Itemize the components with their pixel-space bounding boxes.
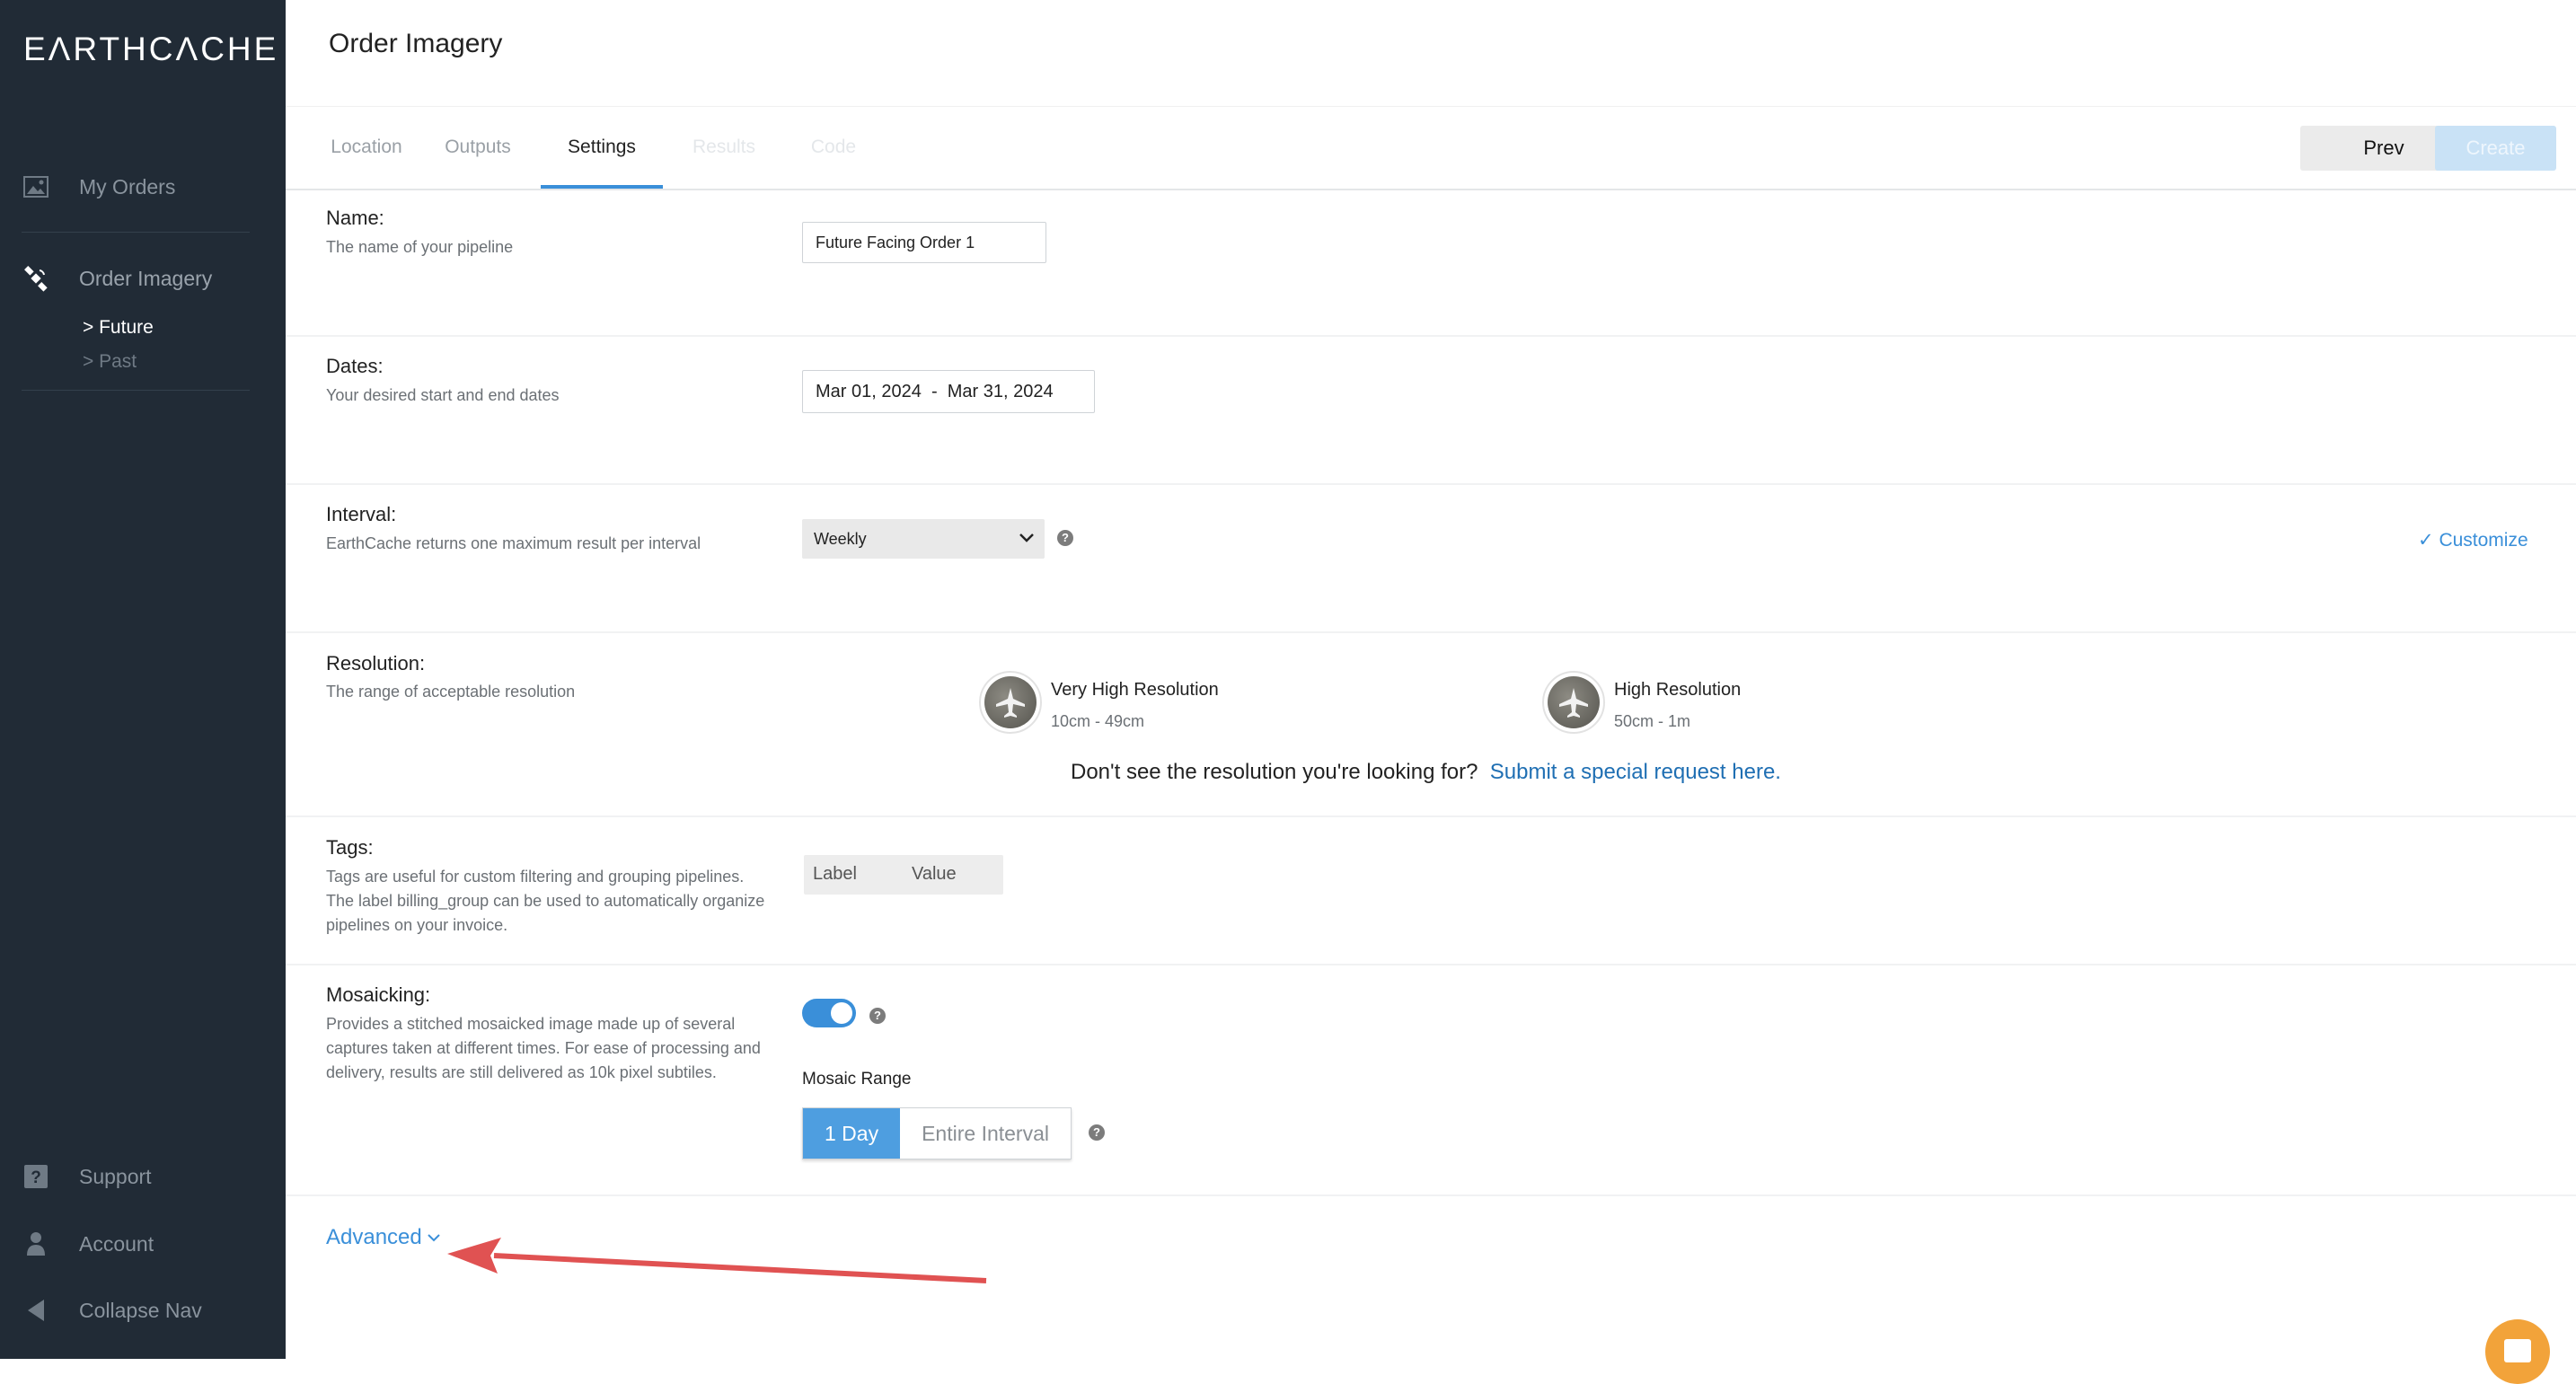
sidebar-item-collapse-nav[interactable]: Collapse Nav <box>0 1283 286 1337</box>
sidebar-item-label: Support <box>79 1164 152 1188</box>
divider <box>286 1194 2576 1196</box>
sidebar-item-label: Account <box>79 1231 154 1256</box>
sidebar: EΛRTHCΛCHE My Orders Order Imagery > Fut… <box>0 0 286 1359</box>
interval-select[interactable]: Weekly <box>802 519 1045 559</box>
tab-results: Results <box>692 137 756 157</box>
special-request-link[interactable]: Submit a special request here. <box>1490 760 1781 784</box>
divider <box>286 189 2576 190</box>
mosaic-range-option-1-day[interactable]: 1 Day <box>803 1108 901 1159</box>
interval-help-icon[interactable]: ? <box>1057 530 1073 546</box>
name-title: Name: <box>326 207 384 229</box>
divider <box>286 964 2576 965</box>
mosaicking-description: Provides a stitched mosaicked image made… <box>326 1015 761 1081</box>
svg-text:?: ? <box>31 1168 41 1187</box>
pencil-icon: ✓ <box>2418 530 2434 551</box>
tab-settings[interactable]: Settings <box>541 115 663 189</box>
mosaicking-title: Mosaicking: <box>326 983 431 1006</box>
create-button[interactable]: Create <box>2435 126 2556 171</box>
mosaicking-help-icon[interactable]: ? <box>869 1008 886 1024</box>
divider <box>286 335 2576 337</box>
sidebar-item-my-orders[interactable]: My Orders <box>0 160 286 214</box>
sidebar-item-label: My Orders <box>79 174 176 198</box>
resolution-option-name: High Resolution <box>1614 680 1742 700</box>
image-icon <box>22 172 50 201</box>
tab-code: Code <box>810 137 857 157</box>
tab-outputs[interactable]: Outputs <box>433 115 523 189</box>
toggle-knob <box>831 1002 852 1024</box>
name-input[interactable] <box>802 222 1046 263</box>
date-range-input[interactable] <box>802 370 1095 413</box>
chat-launcher-button[interactable] <box>2485 1319 2550 1384</box>
tags-title: Tags: <box>326 836 374 859</box>
name-description: The name of your pipeline <box>326 238 514 256</box>
divider <box>286 631 2576 633</box>
resolution-option-very-high[interactable]: Very High Resolution 10cm - 49cm <box>979 671 1231 739</box>
advanced-toggle[interactable]: Advanced <box>326 1225 442 1250</box>
resolution-option-high[interactable]: High Resolution 50cm - 1m <box>1542 671 1776 739</box>
sidebar-item-label: Order Imagery <box>79 266 213 290</box>
tag-input-group: Label Value <box>804 855 1003 895</box>
resolution-note-text: Don't see the resolution you're looking … <box>1071 760 1478 784</box>
chevron-down-icon <box>1018 528 1036 551</box>
sidebar-subitem-past[interactable]: > Past <box>83 351 137 373</box>
resolution-description: The range of acceptable resolution <box>326 683 576 701</box>
sidebar-item-account[interactable]: Account <box>0 1217 286 1271</box>
triangle-left-icon <box>22 1296 50 1325</box>
customize-label: Customize <box>2439 530 2528 551</box>
divider <box>22 390 250 391</box>
annotation-arrow <box>447 1238 987 1283</box>
page-title: Order Imagery <box>329 29 503 58</box>
dates-description: Your desired start and end dates <box>326 386 560 404</box>
sidebar-item-support[interactable]: ? Support <box>0 1150 286 1203</box>
mosaic-range-label: Mosaic Range <box>802 1070 912 1089</box>
sidebar-subitem-future[interactable]: > Future <box>83 317 154 339</box>
divider <box>286 106 2576 107</box>
interval-title: Interval: <box>326 503 397 525</box>
tag-value-input[interactable]: Value <box>912 864 957 885</box>
resolution-note: Don't see the resolution you're looking … <box>1071 760 1781 785</box>
mosaic-range-help-icon[interactable]: ? <box>1089 1124 1105 1141</box>
sidebar-item-order-imagery[interactable]: Order Imagery <box>0 251 286 305</box>
tab-location[interactable]: Location <box>322 115 411 189</box>
resolution-option-name: Very High Resolution <box>1051 680 1219 700</box>
resolution-option-range: 50cm - 1m <box>1614 712 1691 730</box>
tab-bar: Location Outputs Settings Results Code <box>286 115 2576 189</box>
customize-link[interactable]: ✓ Customize <box>2418 529 2528 551</box>
dates-title: Dates: <box>326 355 384 377</box>
interval-select-value: Weekly <box>814 529 867 548</box>
resolution-title: Resolution: <box>326 652 426 674</box>
chat-icon <box>2504 1339 2531 1362</box>
mosaic-range-segmented-control: 1 Day Entire Interval <box>802 1107 1072 1159</box>
divider <box>286 483 2576 485</box>
interval-description: EarthCache returns one maximum result pe… <box>326 534 701 552</box>
mosaic-range-option-entire-interval[interactable]: Entire Interval <box>900 1108 1071 1159</box>
help-square-icon: ? <box>22 1162 50 1191</box>
sidebar-item-label: Collapse Nav <box>79 1298 202 1322</box>
mosaicking-toggle[interactable] <box>802 999 856 1027</box>
tag-label-input[interactable]: Label <box>813 864 857 885</box>
resolution-option-range: 10cm - 49cm <box>1051 712 1145 730</box>
person-icon <box>22 1230 50 1258</box>
airplane-thumbnail-icon <box>979 671 1042 734</box>
satellite-icon <box>22 264 50 293</box>
advanced-label: Advanced <box>326 1225 422 1249</box>
divider <box>22 232 250 233</box>
tags-description: Tags are useful for custom filtering and… <box>326 868 765 934</box>
airplane-thumbnail-icon <box>1542 671 1605 734</box>
app-logo[interactable]: EΛRTHCΛCHE <box>23 31 278 68</box>
divider <box>286 815 2576 817</box>
